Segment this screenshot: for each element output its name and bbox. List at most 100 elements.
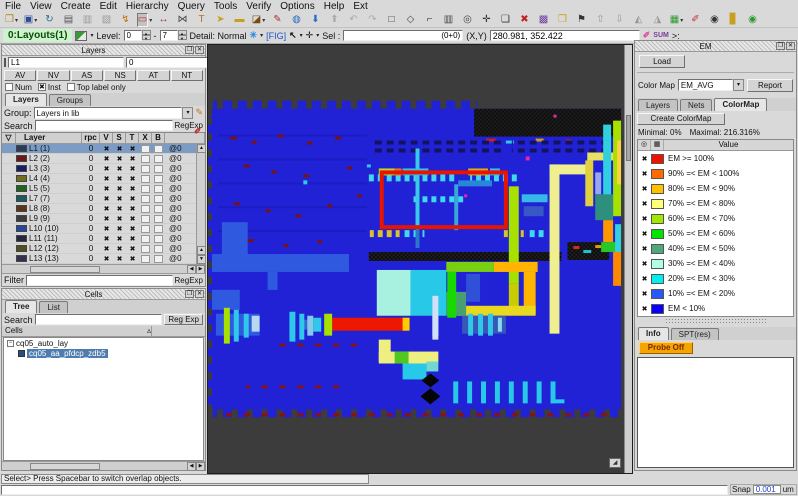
select-check-icon[interactable]: ✖ <box>113 225 126 233</box>
x-checkbox[interactable] <box>141 175 150 183</box>
visible-check-icon[interactable]: ✖ <box>100 175 113 183</box>
col-t[interactable]: T <box>126 133 139 144</box>
target-check-icon[interactable]: ✖ <box>126 225 139 233</box>
toolbar-button[interactable]: ✐ ▾ <box>686 13 705 27</box>
visibility-check-icon[interactable]: ✖ <box>638 155 651 163</box>
b-checkbox[interactable] <box>154 235 163 243</box>
b-checkbox[interactable] <box>154 175 163 183</box>
canvas-corner-button[interactable]: ◢ <box>609 458 621 468</box>
b-checkbox[interactable] <box>154 195 163 203</box>
colormap-table-header[interactable]: ◎ ▦ Value <box>638 140 793 151</box>
checkbox-icon[interactable] <box>5 83 13 91</box>
toolbar-button[interactable]: ▥ ▾ <box>439 13 458 27</box>
scroll-right-icon[interactable]: ▶ <box>196 462 205 471</box>
col-x[interactable]: X <box>139 133 152 144</box>
colormap-row[interactable]: ✖ 80% =< EM < 90% <box>638 181 793 196</box>
x-checkbox[interactable] <box>141 215 150 223</box>
layer-table-header[interactable]: ▽ Layer rpc V S T X B <box>2 133 205 144</box>
visible-check-icon[interactable]: ✖ <box>100 185 113 193</box>
x-checkbox[interactable] <box>141 145 150 153</box>
target-check-icon[interactable]: ✖ <box>126 195 139 203</box>
tab-em-nets[interactable]: Nets <box>680 99 712 111</box>
scrollbar-handle[interactable] <box>626 115 631 161</box>
b-checkbox[interactable] <box>154 225 163 233</box>
toolbar-button[interactable]: ⌐ ▾ <box>420 13 439 27</box>
colormap-row[interactable]: ✖ 40% =< EM < 50% <box>638 241 793 256</box>
target-check-icon[interactable]: ✖ <box>126 145 139 153</box>
colormap-combo[interactable]: EM_AVG ▾ <box>678 79 744 91</box>
col-s[interactable]: S <box>113 133 126 144</box>
combo-dropdown-icon[interactable]: ▾ <box>182 107 193 119</box>
colormap-row[interactable]: ✖ 50% =< EM < 60% <box>638 226 793 241</box>
select-check-icon[interactable]: ✖ <box>113 205 126 213</box>
scroll-down-icon[interactable]: ▼ <box>197 255 205 264</box>
visible-check-icon[interactable]: ✖ <box>100 165 113 173</box>
purpose-button[interactable]: NV <box>37 70 69 81</box>
select-check-icon[interactable]: ✖ <box>113 175 126 183</box>
close-panel-icon[interactable]: ✕ <box>786 42 795 50</box>
report-button[interactable]: Report <box>747 79 793 92</box>
col-b[interactable]: B <box>152 133 165 144</box>
toolbar-button[interactable]: ⇧ ▾ <box>591 13 610 27</box>
create-colormap-button[interactable]: Create ColorMap <box>637 113 725 125</box>
b-checkbox[interactable] <box>154 245 163 253</box>
menu-item[interactable]: File <box>5 1 21 12</box>
layer-row[interactable]: L8 (8) 0 ✖ ✖ ✖ @0 <box>2 204 196 214</box>
x-checkbox[interactable] <box>141 195 150 203</box>
layer-row[interactable]: L7 (7) 0 ✖ ✖ ✖ @0 <box>2 194 196 204</box>
tab-em-layers[interactable]: Layers <box>638 99 678 111</box>
float-panel-icon[interactable]: ❐ <box>185 46 194 54</box>
option-checkbox[interactable]: ✖ Inst <box>38 83 61 92</box>
dropdown-arrow-icon[interactable]: ▾ <box>149 17 152 24</box>
target-check-icon[interactable]: ✖ <box>126 185 139 193</box>
select-check-icon[interactable]: ✖ <box>113 165 126 173</box>
toolbar-button[interactable]: ▧ ▾ <box>97 13 116 27</box>
colormap-hscrollbar[interactable] <box>665 318 766 325</box>
option-checkbox[interactable]: Num <box>5 83 32 92</box>
toolbar-button[interactable]: ➤ ▾ <box>211 13 230 27</box>
visibility-check-icon[interactable]: ✖ <box>638 200 651 208</box>
visibility-check-icon[interactable]: ✖ <box>638 245 651 253</box>
scrollbar-handle[interactable] <box>30 463 100 470</box>
selection-count-field[interactable] <box>343 30 463 41</box>
target-check-icon[interactable]: ✖ <box>126 155 139 163</box>
toolbar-button[interactable]: ⬇ ▾ <box>306 13 325 27</box>
scroll-left-icon[interactable]: ◀ <box>187 462 196 471</box>
tab-info[interactable]: Info <box>638 327 669 340</box>
brush-icon[interactable]: ✐ <box>194 126 202 137</box>
target-check-icon[interactable]: ✖ <box>126 205 139 213</box>
spin-down-icon[interactable]: ▼ <box>142 35 151 40</box>
layouts-indicator[interactable]: 0:Layouts(1) <box>3 29 72 42</box>
pointer-dropdown-icon[interactable]: ▾ <box>300 32 303 39</box>
colormap-row[interactable]: ✖ 30% =< EM < 40% <box>638 256 793 271</box>
visibility-check-icon[interactable]: ✖ <box>638 170 651 178</box>
b-checkbox[interactable] <box>154 165 163 173</box>
layer-row[interactable]: L9 (9) 0 ✖ ✖ ✖ @0 <box>2 214 196 224</box>
layer-row[interactable]: L2 (2) 0 ✖ ✖ ✖ @0 <box>2 154 196 164</box>
toolbar-button[interactable]: ↯ ▾ <box>116 13 135 27</box>
layout-canvas[interactable]: ◢ <box>207 44 633 474</box>
toolbar-button[interactable]: ▩ ▾ <box>534 13 553 27</box>
visible-check-icon[interactable]: ✖ <box>100 225 113 233</box>
option-checkbox[interactable]: Top label only <box>67 83 126 92</box>
combo-dropdown-icon[interactable]: ▾ <box>733 79 744 91</box>
colormap-row[interactable]: ✖ 60% =< EM < 70% <box>638 211 793 226</box>
tree-root-row[interactable]: − cq05_auto_lay <box>4 338 203 348</box>
visible-check-icon[interactable]: ✖ <box>100 245 113 253</box>
b-checkbox[interactable] <box>154 155 163 163</box>
close-panel-icon[interactable]: ✕ <box>195 46 204 54</box>
x-checkbox[interactable] <box>141 225 150 233</box>
toolbar-button[interactable]: T ▾ <box>192 13 211 27</box>
toolbar-button[interactable]: ▊ ▾ <box>724 13 743 27</box>
target-check-icon[interactable]: ✖ <box>126 235 139 243</box>
level-to-stepper[interactable]: ▲▼ <box>160 30 187 41</box>
current-layer-swatch[interactable] <box>4 58 6 67</box>
dropdown-arrow-icon[interactable]: ▾ <box>680 17 683 24</box>
tab-tree[interactable]: Tree <box>5 300 37 313</box>
toolbar-button[interactable]: ⬆ ▾ <box>325 13 344 27</box>
toolbar-button[interactable]: ⇩ ▾ <box>610 13 629 27</box>
layers-panel-titlebar[interactable]: Layers ❐ ✕ <box>2 45 205 56</box>
tab-groups[interactable]: Groups <box>49 94 91 106</box>
toolbar-button[interactable]: ◭ ▾ <box>629 13 648 27</box>
current-layer-field[interactable] <box>8 57 124 68</box>
